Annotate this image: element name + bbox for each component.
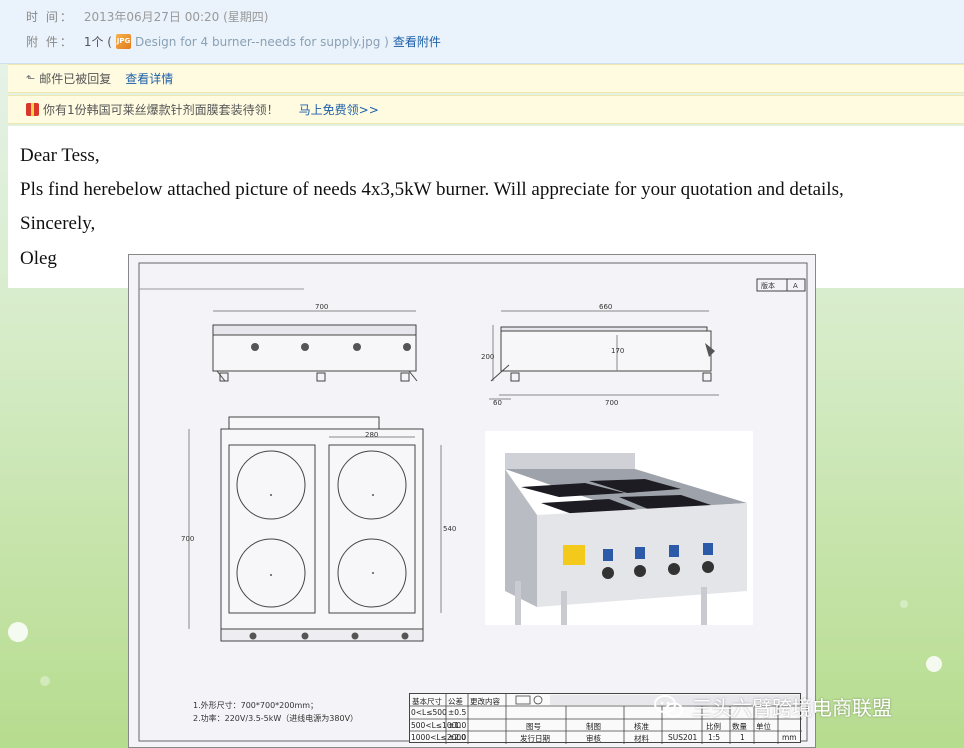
tb-range-1: 0<L≤500	[411, 708, 447, 717]
version-label: 版本	[761, 281, 775, 290]
dim-top-left: 700	[181, 535, 194, 543]
image-file-icon: JPG	[115, 34, 131, 49]
email-closing: Sincerely,	[20, 213, 96, 234]
dim-side-depth: 60	[493, 399, 502, 407]
promo-bar: 你有1份韩国可莱丝爆款针剂面膜套装待领！ 马上免费领>>	[8, 95, 964, 124]
dim-top-right: 540	[443, 525, 456, 533]
tb-range-3-value: ±2.0	[448, 733, 467, 742]
dim-top-inner: 280	[365, 431, 378, 439]
email-greeting: Dear Tess,	[20, 145, 100, 166]
tb-unit: 单位	[756, 722, 771, 731]
tb-change-content: 更改内容	[470, 697, 500, 706]
view-details-link[interactable]: 查看详情	[125, 70, 173, 87]
tb-check: 核准	[634, 722, 649, 731]
attachment-file-name[interactable]: Design for 4 burner--needs for supply.jp…	[135, 35, 389, 49]
attachment-row: 附 件： 1个 ( JPG Design for 4 burner--needs…	[26, 33, 441, 50]
reply-arrow-icon: ⬑	[26, 72, 36, 85]
attachment-count: 1个 (	[83, 35, 112, 49]
product-photo	[485, 431, 753, 625]
drawing-notes: 1.外形尺寸：700*700*200mm； 2.功率：220V/3.5-5kW（…	[193, 699, 358, 725]
tb-range-1-value: ±0.5	[448, 708, 467, 717]
tb-review: 审核	[586, 734, 601, 743]
replied-text: 邮件已被回复	[39, 72, 112, 86]
attachment-label: 附 件：	[26, 35, 74, 49]
tb-material: 材料	[634, 734, 649, 743]
tb-draw: 制图	[586, 722, 601, 731]
tb-qty: 数量	[732, 722, 747, 731]
tb-scale: 比例	[706, 722, 721, 731]
view-attachments-link[interactable]: 查看附件	[393, 33, 441, 50]
time-value: 2013年06月27日 00:20 (星期四)	[83, 10, 269, 24]
email-meta-header: 时 间： 2013年06月27日 00:20 (星期四) 附 件： 1个 ( J…	[0, 0, 964, 64]
bubble-decoration	[900, 600, 908, 608]
dim-side-mid: 170	[611, 347, 624, 355]
bubble-decoration	[926, 656, 942, 672]
tb-unit-value: mm	[782, 733, 797, 742]
promo-text: 你有1份韩国可莱丝爆款针剂面膜套装待领！	[43, 103, 279, 117]
drawing-note: 1.外形尺寸：700*700*200mm；	[193, 701, 319, 710]
tb-tolerance: 公差	[448, 697, 463, 706]
tb-range-2-value: ±1.0	[448, 721, 467, 730]
email-signature: Oleg	[20, 248, 57, 269]
dim-side-height: 200	[481, 353, 494, 361]
tb-material-value: SUS201	[668, 733, 698, 742]
time-label: 时 间：	[26, 10, 74, 24]
time-row: 时 间： 2013年06月27日 00:20 (星期四)	[26, 8, 268, 25]
wechat-icon	[654, 694, 684, 720]
wechat-watermark: 三头六臂跨境电商联盟	[654, 692, 892, 721]
tb-scale-value: 1:5	[708, 733, 721, 742]
tb-issue-date: 发行日期	[520, 734, 550, 743]
email-body-text: Pls find herebelow attached picture of n…	[20, 179, 844, 200]
bubble-decoration	[40, 676, 50, 686]
tb-drawing-no: 图号	[526, 722, 541, 731]
gift-icon	[26, 103, 39, 116]
drawing-note: 2.功率：220V/3.5-5kW（进线电源为380V）	[193, 714, 359, 723]
promo-claim-link[interactable]: 马上免费领>>	[299, 101, 379, 118]
version-value: A	[793, 282, 798, 290]
tb-basic-size: 基本尺寸	[412, 697, 442, 706]
tb-qty-value: 1	[740, 733, 745, 742]
dim-side-bottom: 700	[605, 399, 618, 407]
dim-front-width: 700	[315, 303, 328, 311]
bubble-decoration	[8, 622, 28, 642]
attached-drawing-image[interactable]: 700 660 200 170 60 700 700 280 540 版本 A	[128, 254, 816, 748]
dim-side-width: 660	[599, 303, 612, 311]
reply-notice-bar: ⬑ 邮件已被回复 查看详情	[8, 64, 964, 93]
watermark-text: 三头六臂跨境电商联盟	[692, 696, 892, 720]
